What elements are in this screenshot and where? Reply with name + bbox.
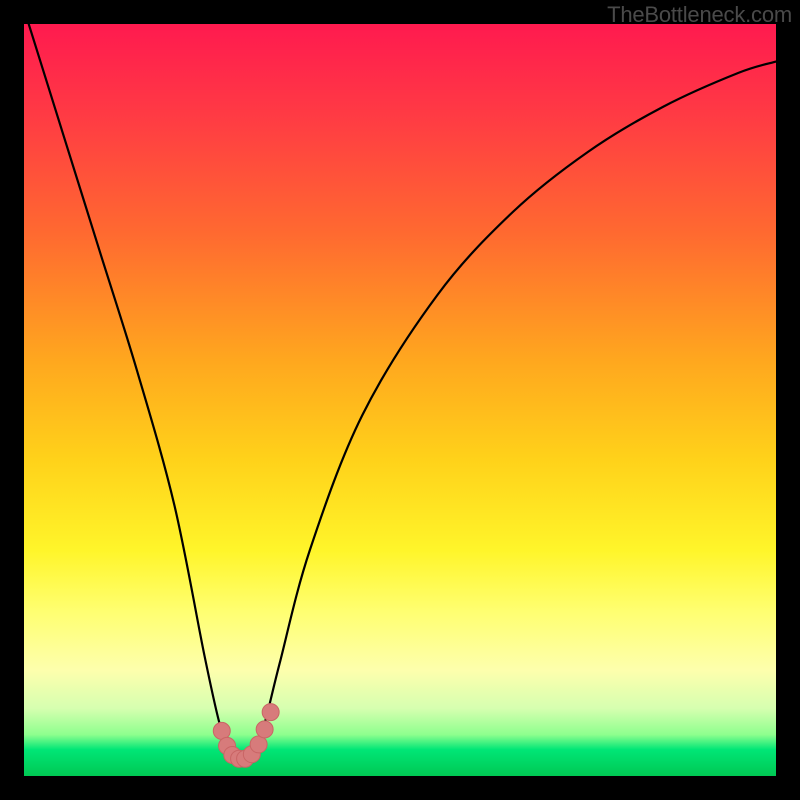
highlight-dot (256, 721, 273, 738)
curve-group (24, 9, 776, 761)
watermark-text: TheBottleneck.com (607, 2, 792, 28)
chart-svg (24, 24, 776, 776)
bottleneck-curve (24, 9, 776, 761)
gradient-plot-area (24, 24, 776, 776)
highlight-dots (213, 704, 279, 768)
highlight-dot (213, 722, 230, 739)
highlight-dot (262, 704, 279, 721)
highlight-dot (250, 736, 267, 753)
